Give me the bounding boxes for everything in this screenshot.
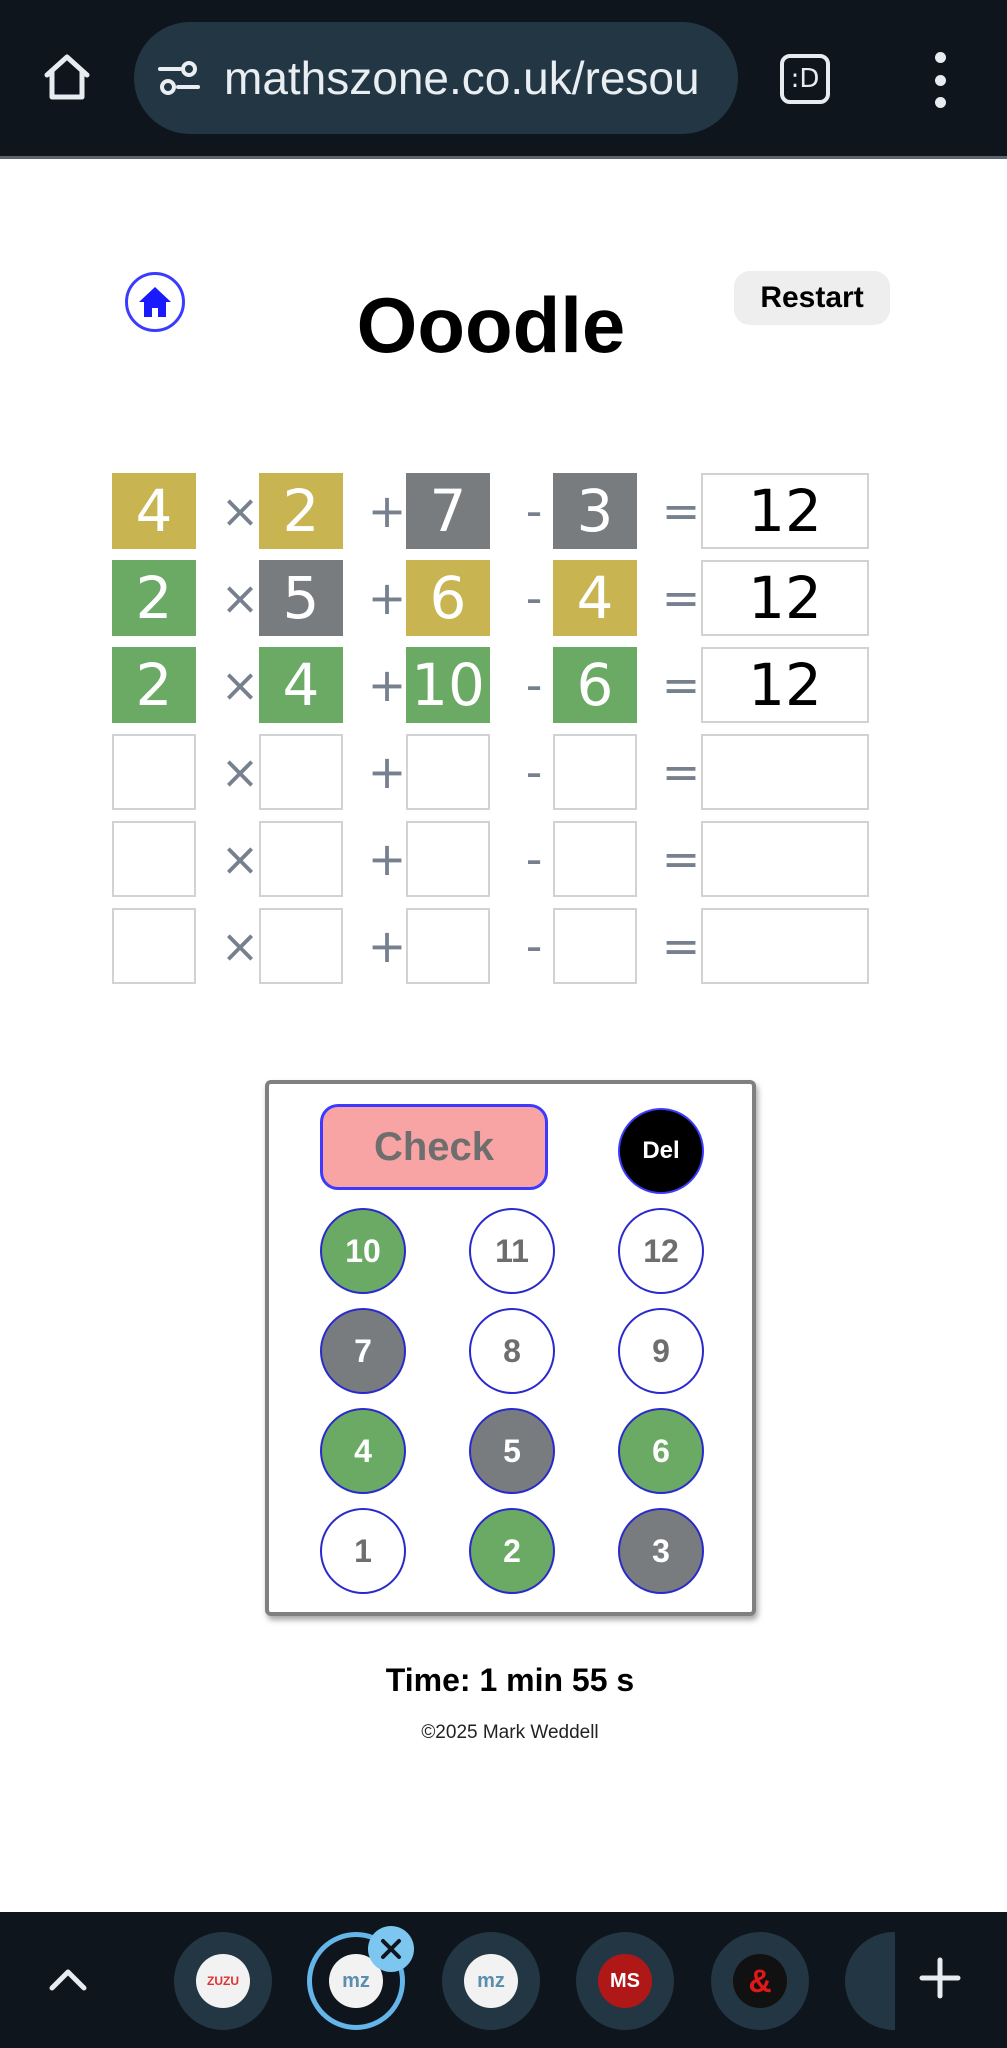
guess-cell[interactable] (112, 908, 196, 984)
tab-dnd[interactable]: & (711, 1932, 809, 2030)
operator-symbol: × (220, 919, 260, 973)
operator-symbol: + (367, 484, 407, 538)
operator-symbol: - (525, 658, 543, 712)
operator-symbol: - (525, 484, 543, 538)
operator-symbol: × (220, 832, 260, 886)
delete-button[interactable]: Del (618, 1108, 704, 1194)
tab-partial[interactable] (845, 1932, 895, 2030)
number-key[interactable]: 11 (469, 1208, 555, 1294)
page: mathszone.co.uk/resou :D Ooodle Restart … (0, 0, 1007, 2048)
dnd-tab-icon: & (733, 1954, 787, 2008)
operator-symbol: + (367, 919, 407, 973)
guess-row: × + - = (112, 821, 872, 897)
guess-cell[interactable]: 2 (112, 647, 196, 723)
guess-cell[interactable] (112, 734, 196, 810)
number-key[interactable]: 2 (469, 1508, 555, 1594)
number-key[interactable]: 9 (618, 1308, 704, 1394)
new-tab-icon[interactable] (918, 1956, 962, 2000)
browser-home-icon[interactable] (38, 48, 96, 106)
restart-button[interactable]: Restart (734, 271, 890, 325)
number-key[interactable]: 6 (618, 1408, 704, 1494)
guess-cell[interactable]: 4 (112, 473, 196, 549)
tab-mathszone[interactable]: mz (442, 1932, 540, 2030)
number-key[interactable]: 4 (320, 1408, 406, 1494)
guess-row: 4 2 7 3 × + - = 12 (112, 473, 872, 549)
tab-label: & (748, 1962, 772, 1999)
result-cell: 12 (701, 647, 869, 723)
tab-label: MS (610, 1969, 640, 1992)
site-settings-icon[interactable] (156, 55, 202, 101)
zuzu-tab-icon: ZUZU (196, 1954, 250, 2008)
operator-symbol: - (525, 745, 543, 799)
browser-toolbar: mathszone.co.uk/resou :D (0, 0, 1007, 159)
result-cell (701, 908, 869, 984)
keypad: Check Del 10 11 12 7 8 9 4 5 6 1 2 3 (265, 1080, 756, 1616)
operator-symbol: + (367, 658, 407, 712)
copyright: ©2025 Mark Weddell (421, 1722, 599, 1743)
operator-symbol: - (525, 919, 543, 973)
number-key[interactable]: 1 (320, 1508, 406, 1594)
guess-cell[interactable]: 2 (112, 560, 196, 636)
tab-switcher-button[interactable]: :D (780, 54, 830, 104)
tab-zuzu[interactable]: ZUZU (174, 1932, 272, 2030)
number-key[interactable]: 3 (618, 1508, 704, 1594)
result-cell: 12 (701, 473, 869, 549)
url-text: mathszone.co.uk/resou (224, 52, 700, 104)
chevron-up-icon[interactable] (46, 1960, 90, 2000)
operator-symbol: - (525, 832, 543, 886)
operator-symbol: + (367, 571, 407, 625)
more-menu-icon[interactable] (925, 52, 955, 108)
operator-symbol: × (220, 571, 260, 625)
guess-row: × + - = (112, 908, 872, 984)
result-cell (701, 821, 869, 897)
tab-strip: ZUZU mz mz MS & (0, 1912, 1007, 2048)
tab-label: ZUZU (207, 1974, 239, 1988)
result-cell: 12 (701, 560, 869, 636)
ms-tab-icon: MS (598, 1954, 652, 2008)
number-key[interactable]: 10 (320, 1208, 406, 1294)
tab-label: mz (477, 1969, 505, 1992)
guess-row: × + - = (112, 734, 872, 810)
toolbar-divider (0, 156, 1007, 159)
operator-symbol: + (367, 832, 407, 886)
operator-symbol: + (367, 745, 407, 799)
number-key[interactable]: 7 (320, 1308, 406, 1394)
tab-ms[interactable]: MS (576, 1932, 674, 2030)
number-key[interactable]: 5 (469, 1408, 555, 1494)
operator-symbol: × (220, 658, 260, 712)
address-bar[interactable]: mathszone.co.uk/resou (134, 22, 738, 134)
operator-symbol: × (220, 484, 260, 538)
number-key[interactable]: 8 (469, 1308, 555, 1394)
operator-symbol: - (525, 571, 543, 625)
check-button[interactable]: Check (320, 1104, 548, 1190)
guess-row: 2 4 10 6 × + - = 12 (112, 647, 872, 723)
guess-cell[interactable] (112, 821, 196, 897)
guess-row: 2 5 6 4 × + - = 12 (112, 560, 872, 636)
mathszone-tab-icon: mz (464, 1954, 518, 2008)
close-tab-icon[interactable] (368, 1926, 414, 1972)
result-cell (701, 734, 869, 810)
timer: Time: 1 min 55 s (385, 1662, 635, 1698)
operator-symbol: × (220, 745, 260, 799)
number-key[interactable]: 12 (618, 1208, 704, 1294)
tab-label: mz (342, 1969, 370, 1992)
